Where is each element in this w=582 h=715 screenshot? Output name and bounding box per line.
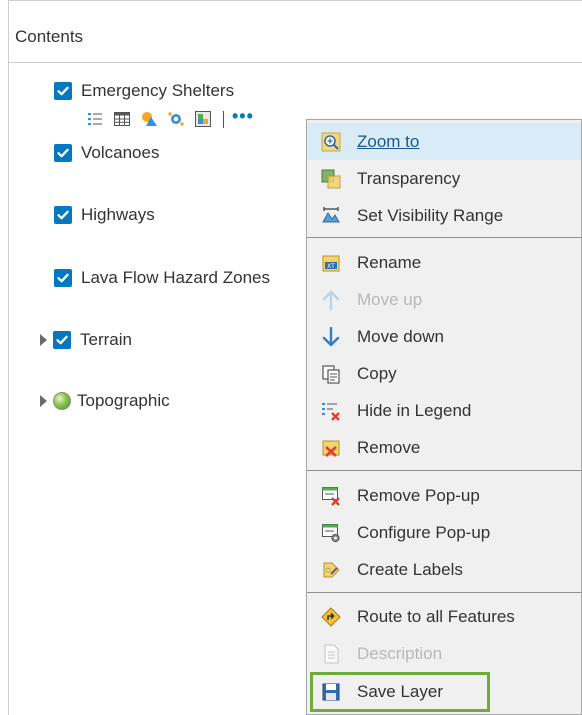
menu-item-move-down[interactable]: Move down bbox=[307, 318, 581, 355]
menu-item-label: Hide in Legend bbox=[357, 400, 472, 420]
remove-popup-icon bbox=[321, 486, 341, 506]
layer-visibility-checkbox[interactable] bbox=[53, 331, 71, 349]
layer-name[interactable]: Volcanoes bbox=[81, 143, 159, 163]
menu-item-label: Remove bbox=[357, 437, 421, 457]
layer-name[interactable]: Emergency Shelters bbox=[81, 81, 234, 101]
menu-item-set-visibility-range[interactable]: Set Visibility Range bbox=[307, 197, 581, 234]
expand-caret-icon[interactable] bbox=[40, 395, 47, 407]
menu-item-label: Configure Pop-up bbox=[357, 522, 491, 542]
perform-analysis-icon[interactable] bbox=[167, 110, 185, 128]
menu-divider bbox=[307, 237, 581, 238]
show-table-icon[interactable] bbox=[113, 110, 131, 128]
configure-popup-icon bbox=[321, 523, 341, 543]
menu-item-configure-pop-up[interactable]: Configure Pop-up bbox=[307, 514, 581, 551]
layer-visibility-checkbox[interactable] bbox=[54, 82, 72, 100]
remove-icon bbox=[321, 438, 341, 458]
layer-visibility-checkbox[interactable] bbox=[54, 206, 72, 224]
layer-name[interactable]: Highways bbox=[81, 205, 155, 225]
menu-item-label: Zoom to bbox=[357, 131, 420, 151]
layer-item-topographic: Topographic bbox=[40, 391, 170, 411]
save-layer-highlight bbox=[310, 672, 490, 712]
menu-item-copy[interactable]: Copy bbox=[307, 355, 581, 392]
layer-visibility-checkbox[interactable] bbox=[54, 144, 72, 162]
menu-item-rename[interactable]: XT Rename bbox=[307, 244, 581, 281]
menu-item-remove[interactable]: Remove bbox=[307, 429, 581, 466]
layer-name[interactable]: Topographic bbox=[77, 391, 170, 411]
layer-toolbar: ••• bbox=[86, 107, 254, 129]
menu-item-remove-pop-up[interactable]: Remove Pop-up bbox=[307, 477, 581, 514]
menu-item-label: Description bbox=[357, 643, 443, 663]
svg-text:XT: XT bbox=[327, 263, 335, 270]
menu-item-create-labels[interactable]: Create Labels bbox=[307, 551, 581, 588]
layer-item-terrain: Terrain bbox=[40, 330, 132, 350]
filter-icon[interactable] bbox=[194, 110, 212, 128]
route-icon bbox=[321, 606, 341, 627]
globe-icon bbox=[53, 392, 71, 410]
panel-header: Contents bbox=[9, 1, 582, 63]
layer-item-highways: Highways bbox=[54, 205, 155, 225]
menu-item-label: Set Visibility Range bbox=[357, 205, 504, 225]
arrow-up-icon bbox=[321, 290, 341, 310]
menu-item-label: Create Labels bbox=[357, 559, 463, 579]
layer-visibility-checkbox[interactable] bbox=[54, 269, 72, 287]
menu-item-move-up[interactable]: Move up bbox=[307, 281, 581, 318]
layer-options-menu: Zoom to Transparency Set Visibility Rang… bbox=[306, 119, 582, 715]
menu-item-label: Transparency bbox=[357, 168, 461, 188]
layer-name[interactable]: Terrain bbox=[80, 330, 132, 350]
menu-divider bbox=[307, 592, 581, 593]
change-style-icon[interactable] bbox=[140, 110, 158, 128]
menu-divider bbox=[307, 470, 581, 471]
menu-item-label: Move up bbox=[357, 289, 423, 309]
menu-item-zoom-to[interactable]: Zoom to bbox=[307, 123, 581, 160]
show-legend-icon[interactable] bbox=[86, 110, 104, 128]
toolbar-divider bbox=[223, 110, 224, 128]
menu-item-label: Rename bbox=[357, 252, 422, 272]
copy-icon bbox=[321, 364, 341, 384]
menu-item-label: Move down bbox=[357, 326, 444, 346]
layer-name[interactable]: Lava Flow Hazard Zones bbox=[81, 268, 270, 288]
transparency-icon bbox=[321, 169, 341, 189]
expand-caret-icon[interactable] bbox=[40, 334, 47, 346]
more-options-icon[interactable]: ••• bbox=[232, 107, 254, 125]
layer-item-volcanoes: Volcanoes bbox=[54, 143, 159, 163]
zoom-to-icon bbox=[321, 132, 341, 152]
layer-item-emergency-shelters: Emergency Shelters bbox=[54, 81, 234, 101]
create-labels-icon bbox=[321, 560, 341, 580]
arrow-down-icon bbox=[321, 326, 341, 347]
description-icon bbox=[321, 644, 341, 664]
menu-item-label: Route to all Features bbox=[357, 606, 515, 626]
visibility-range-icon bbox=[321, 206, 341, 226]
menu-item-hide-in-legend[interactable]: Hide in Legend bbox=[307, 392, 581, 429]
menu-item-route-to-all-features[interactable]: Route to all Features bbox=[307, 598, 581, 635]
rename-icon: XT bbox=[321, 253, 341, 273]
menu-item-label: Copy bbox=[357, 363, 397, 383]
layer-item-lava-flow-hazard-zones: Lava Flow Hazard Zones bbox=[54, 268, 270, 288]
menu-item-label: Remove Pop-up bbox=[357, 485, 480, 505]
panel-title: Contents bbox=[15, 27, 84, 46]
menu-item-transparency[interactable]: Transparency bbox=[307, 160, 581, 197]
menu-item-description[interactable]: Description bbox=[307, 635, 581, 672]
hide-legend-icon bbox=[321, 401, 341, 421]
